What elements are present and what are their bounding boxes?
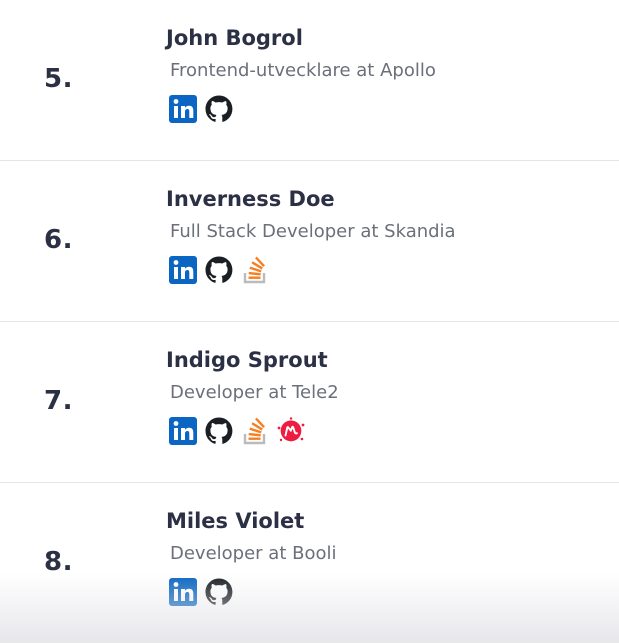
person-role: Frontend-utvecklare at Apollo xyxy=(170,60,436,81)
list-item: 8. Miles Violet Developer at Booli xyxy=(0,483,619,643)
github-icon[interactable] xyxy=(204,577,234,607)
list-item: 5. John Bogrol Frontend-utvecklare at Ap… xyxy=(0,0,619,161)
person-role: Full Stack Developer at Skandia xyxy=(170,221,456,242)
person-name[interactable]: Inverness Doe xyxy=(166,187,335,211)
rank-number: 8. xyxy=(44,547,73,577)
linkedin-icon[interactable] xyxy=(168,416,198,446)
rank-number: 5. xyxy=(44,64,73,94)
github-icon[interactable] xyxy=(204,94,234,124)
stackoverflow-icon[interactable] xyxy=(240,416,270,446)
stackoverflow-icon[interactable] xyxy=(240,255,270,285)
linkedin-icon[interactable] xyxy=(168,577,198,607)
linkedin-icon[interactable] xyxy=(168,94,198,124)
person-role: Developer at Tele2 xyxy=(170,382,339,403)
person-name[interactable]: Miles Violet xyxy=(166,509,304,533)
profile-links xyxy=(168,255,270,285)
person-role: Developer at Booli xyxy=(170,543,337,564)
people-list: 5. John Bogrol Frontend-utvecklare at Ap… xyxy=(0,0,619,643)
linkedin-icon[interactable] xyxy=(168,255,198,285)
github-icon[interactable] xyxy=(204,416,234,446)
meetup-icon[interactable] xyxy=(276,416,306,446)
rank-number: 6. xyxy=(44,225,73,255)
profile-links xyxy=(168,94,234,124)
list-item: 7. Indigo Sprout Developer at Tele2 xyxy=(0,322,619,483)
github-icon[interactable] xyxy=(204,255,234,285)
person-name[interactable]: Indigo Sprout xyxy=(166,348,328,372)
profile-links xyxy=(168,416,306,446)
profile-links xyxy=(168,577,234,607)
person-name[interactable]: John Bogrol xyxy=(166,26,303,50)
list-item: 6. Inverness Doe Full Stack Developer at… xyxy=(0,161,619,322)
rank-number: 7. xyxy=(44,386,73,416)
